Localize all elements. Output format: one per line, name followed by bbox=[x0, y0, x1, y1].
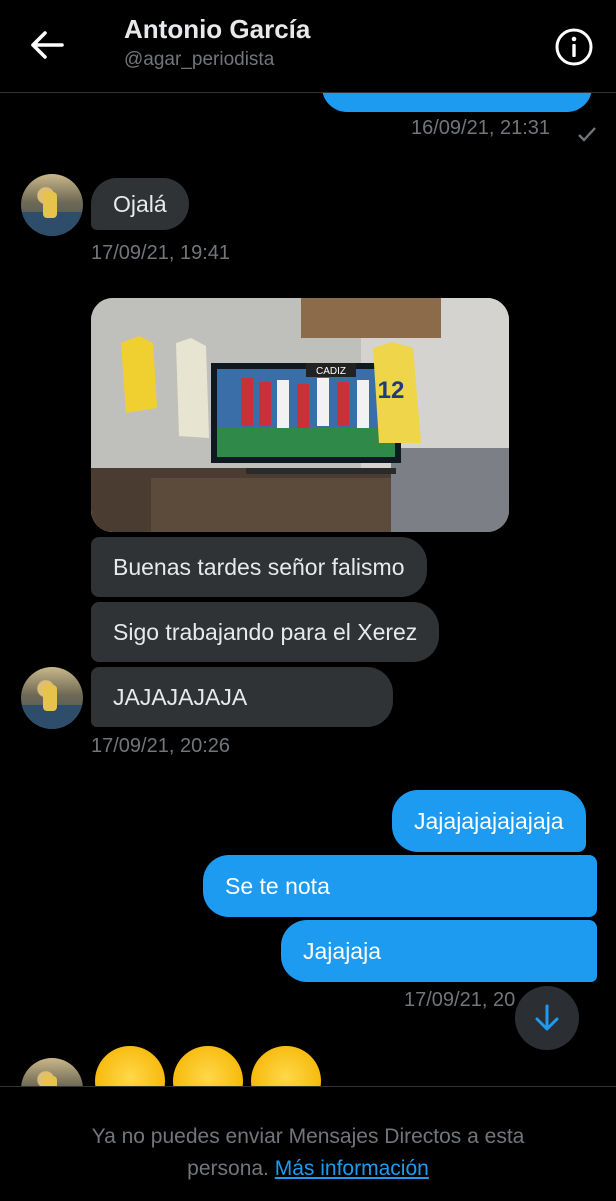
incoming-message[interactable]: JAJAJAJAJA bbox=[91, 667, 393, 727]
image-message[interactable]: CADIZ 12 bbox=[91, 298, 509, 532]
scroll-to-bottom-button[interactable] bbox=[515, 986, 579, 1050]
tv-banner-text: CADIZ bbox=[316, 366, 346, 377]
sent-check-icon bbox=[578, 127, 596, 142]
info-button[interactable] bbox=[554, 27, 594, 67]
contact-name[interactable]: Antonio García bbox=[124, 14, 310, 45]
outgoing-message[interactable]: Se te nota bbox=[203, 855, 597, 917]
back-button[interactable] bbox=[24, 22, 74, 68]
incoming-message[interactable]: Buenas tardes señor falismo bbox=[91, 537, 427, 597]
message-timestamp: 17/09/21, 20 bbox=[404, 989, 516, 1011]
outgoing-message[interactable]: Jajajajajajajaja bbox=[392, 790, 586, 852]
conversation-header: Antonio García @agar_periodista bbox=[0, 0, 616, 93]
avatar[interactable] bbox=[21, 667, 83, 729]
contact-handle[interactable]: @agar_periodista bbox=[124, 49, 274, 71]
incoming-message[interactable]: Sigo trabajando para el Xerez bbox=[91, 602, 440, 662]
dm-disabled-footer: Ya no puedes enviar Mensajes Directos a … bbox=[0, 1086, 616, 1201]
jersey-number: 12 bbox=[378, 377, 405, 404]
arrow-down-icon bbox=[535, 1004, 559, 1031]
incoming-message[interactable]: Ojalá bbox=[91, 178, 189, 230]
avatar[interactable] bbox=[21, 174, 83, 236]
outgoing-message[interactable]: Jajajaja bbox=[281, 920, 597, 982]
message-timestamp: 17/09/21, 20:26 bbox=[91, 735, 231, 757]
message-timestamp: 17/09/21, 19:41 bbox=[91, 242, 231, 264]
more-info-link[interactable]: Más información bbox=[275, 1157, 429, 1180]
arrow-left-icon bbox=[31, 31, 64, 59]
info-circle-icon bbox=[555, 28, 593, 66]
message-timestamp: 16/09/21, 21:31 bbox=[411, 117, 551, 139]
photo-living-room-tv: CADIZ 12 bbox=[91, 298, 509, 532]
